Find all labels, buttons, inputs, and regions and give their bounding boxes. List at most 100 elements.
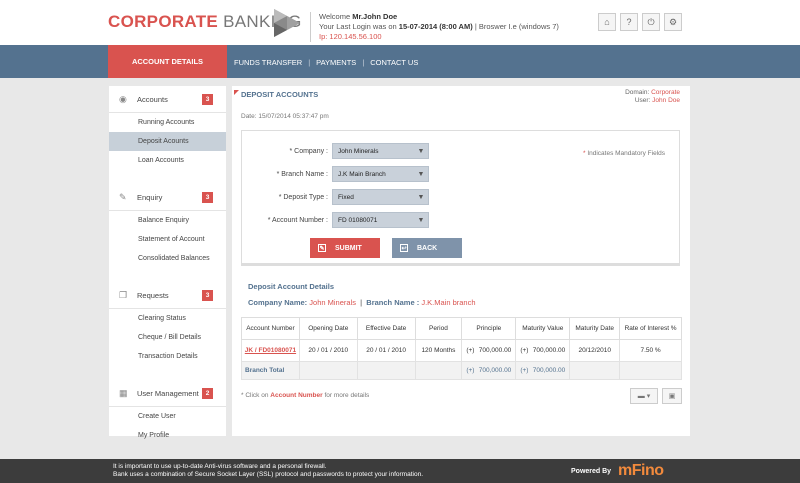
empty-cell <box>619 361 682 380</box>
empty-cell <box>414 361 463 380</box>
back-button[interactable]: ↩ BACK <box>392 238 462 258</box>
main-content: DEPOSIT ACCOUNTS Domain: Corporate User:… <box>232 86 690 436</box>
sidebar-head-enquiry[interactable]: ✎ Enquiry 3 <box>109 184 226 211</box>
edit-icon: ✎ <box>318 244 326 252</box>
sidebar-head-user-management[interactable]: ▦ User Management 2 <box>109 380 226 407</box>
note-prefix: * Click on <box>241 392 269 399</box>
account-number-link[interactable]: JK / FD01080071 <box>241 339 300 362</box>
folder-dropdown-icon[interactable]: ▬ ▾ <box>630 388 658 404</box>
domain-value: Corporate <box>651 89 680 96</box>
sidebar-item-statement[interactable]: Statement of Account <box>109 230 226 249</box>
col-period: Period <box>414 317 463 340</box>
deposit-table: Account Number Opening Date Effective Da… <box>241 317 682 380</box>
branch-select[interactable]: J.K Main Branch ▼ <box>332 166 429 182</box>
sidebar-item-cheque-bill[interactable]: Cheque / Bill Details <box>109 328 226 347</box>
maturity-value-cell: (+) 700,000.00 <box>515 339 571 362</box>
sidebar-item-running-accounts[interactable]: Running Accounts <box>109 113 226 132</box>
empty-cell <box>298 361 358 380</box>
col-account-number: Account Number <box>241 317 300 340</box>
empty-cell <box>356 361 416 380</box>
sidebar-item-transaction-details[interactable]: Transaction Details <box>109 347 226 366</box>
sidebar-item-consolidated[interactable]: Consolidated Balances <box>109 249 226 268</box>
page-title: DEPOSIT ACCOUNTS <box>233 90 319 99</box>
company-name-label: Company Name: <box>248 298 308 307</box>
table-tools: ▬ ▾ ▣ <box>630 388 682 404</box>
sign: (+) <box>466 347 475 354</box>
amount: 700,000.00 <box>532 367 566 374</box>
domain-info: Domain: Corporate User: John Doe <box>625 89 680 105</box>
browser-info: | Broswer I.e (windows 7) <box>474 22 559 31</box>
mfino-logo: mFino <box>618 462 664 479</box>
user-name: Mr.John Doe <box>352 12 398 21</box>
sidebar-item-loan-accounts[interactable]: Loan Accounts <box>109 151 226 170</box>
details-title: Deposit Account Details <box>248 282 334 291</box>
branch-row: * Branch Name : J.K Main Branch ▼ <box>242 166 429 182</box>
submit-button[interactable]: ✎ SUBMIT <box>310 238 380 258</box>
account-number-label: * Account Number : <box>267 216 328 224</box>
documents-icon: ❐ <box>119 290 128 300</box>
maturity-date-cell: 20/12/2010 <box>569 339 621 362</box>
last-login-value: 15-07-2014 (8:00 AM) <box>398 22 473 31</box>
sign: (+) <box>520 347 529 354</box>
nav-contact-us[interactable]: CONTACT US <box>370 58 418 67</box>
header: CORPORATE BANKING Welcome Mr.John Doe Yo… <box>0 0 800 45</box>
deposit-type-select[interactable]: Fixed ▼ <box>332 189 429 205</box>
sidebar-item-deposit-accounts[interactable]: Deposit Acounts <box>109 132 226 151</box>
rate-cell: 7.50 % <box>619 339 682 362</box>
home-icon[interactable]: ⌂ <box>598 13 616 31</box>
nav-payments[interactable]: PAYMENTS <box>316 58 356 67</box>
section-label: Enquiry <box>137 192 163 202</box>
company-value: John Minerals <box>338 147 379 155</box>
account-number-select[interactable]: FD 01080071 ▼ <box>332 212 429 228</box>
company-label: * Company : <box>289 147 328 155</box>
sidebar-section-accounts: ◉ Accounts 3 Running Accounts Deposit Ac… <box>109 86 226 170</box>
sidebar-item-create-user[interactable]: Create User <box>109 407 226 426</box>
help-icon[interactable]: ? <box>620 13 638 31</box>
powered-by: Powered By <box>571 468 612 475</box>
last-login-prefix: Your Last Login was on <box>319 22 397 31</box>
period-cell: 120 Months <box>414 339 463 362</box>
export-icon[interactable]: ▣ <box>662 388 682 404</box>
sidebar-head-requests[interactable]: ❐ Requests 3 <box>109 282 226 309</box>
logo-triangle-icon <box>274 9 300 37</box>
count-badge: 3 <box>202 290 213 301</box>
company-name-value: John Minerals <box>309 298 356 307</box>
chevron-down-icon: ▼ <box>417 170 425 178</box>
nav-funds-transfer[interactable]: FUNDS TRANSFER <box>234 58 302 67</box>
amount: 700,000.00 <box>478 367 512 374</box>
power-icon[interactable]: ⏻ <box>642 13 660 31</box>
chevron-down-icon: ▼ <box>417 147 425 155</box>
nav-account-details[interactable]: ACCOUNT DETAILS <box>108 45 227 78</box>
count-badge: 3 <box>202 192 213 203</box>
sidebar-item-my-profile[interactable]: My Profile <box>109 426 226 445</box>
back-label: BACK <box>417 244 438 252</box>
col-opening-date: Opening Date <box>298 317 358 340</box>
amount: 700,000.00 <box>478 347 512 354</box>
total-row: Branch Total (+) 700,000.00 (+) 700,000.00 <box>241 361 682 380</box>
company-select[interactable]: John Minerals ▼ <box>332 143 429 159</box>
footer-line2: Bank uses a combination of Secure Socket… <box>113 471 423 478</box>
section-label: User Management <box>137 388 199 398</box>
chevron-down-icon: ▼ <box>417 216 425 224</box>
settings-icon[interactable]: ⚙ <box>664 13 682 31</box>
branch-total-label: Branch Total <box>241 361 300 380</box>
user-label: User: <box>634 97 651 104</box>
sidebar-item-clearing-status[interactable]: Clearing Status <box>109 309 226 328</box>
mandatory-note: * Indicates Mandatory Fields <box>582 150 665 157</box>
total-maturity-cell: (+) 700,000.00 <box>515 361 571 380</box>
deposit-type-label: * Deposit Type : <box>278 193 328 201</box>
sidebar-item-balance-enquiry[interactable]: Balance Enquiry <box>109 211 226 230</box>
section-label: Accounts <box>137 94 168 104</box>
opening-date-cell: 20 / 01 / 2010 <box>298 339 358 362</box>
welcome-info: Welcome Mr.John Doe Your Last Login was … <box>310 12 559 42</box>
deposit-form: * Company : John Minerals ▼ * Branch Nam… <box>241 130 680 266</box>
user-value: John Doe <box>652 97 680 104</box>
sidebar-section-requests: ❐ Requests 3 Clearing Status Cheque / Bi… <box>109 282 226 366</box>
header-toolbar: ⌂ ? ⏻ ⚙ <box>598 13 682 31</box>
note-suffix: for more details <box>324 392 370 399</box>
principle-cell: (+) 700,000.00 <box>461 339 517 362</box>
sidebar-head-accounts[interactable]: ◉ Accounts 3 <box>109 86 226 113</box>
nav-separator: | <box>308 58 311 67</box>
col-rate: Rate of Interest % <box>619 317 682 340</box>
col-maturity-value: Maturity Value <box>515 317 571 340</box>
